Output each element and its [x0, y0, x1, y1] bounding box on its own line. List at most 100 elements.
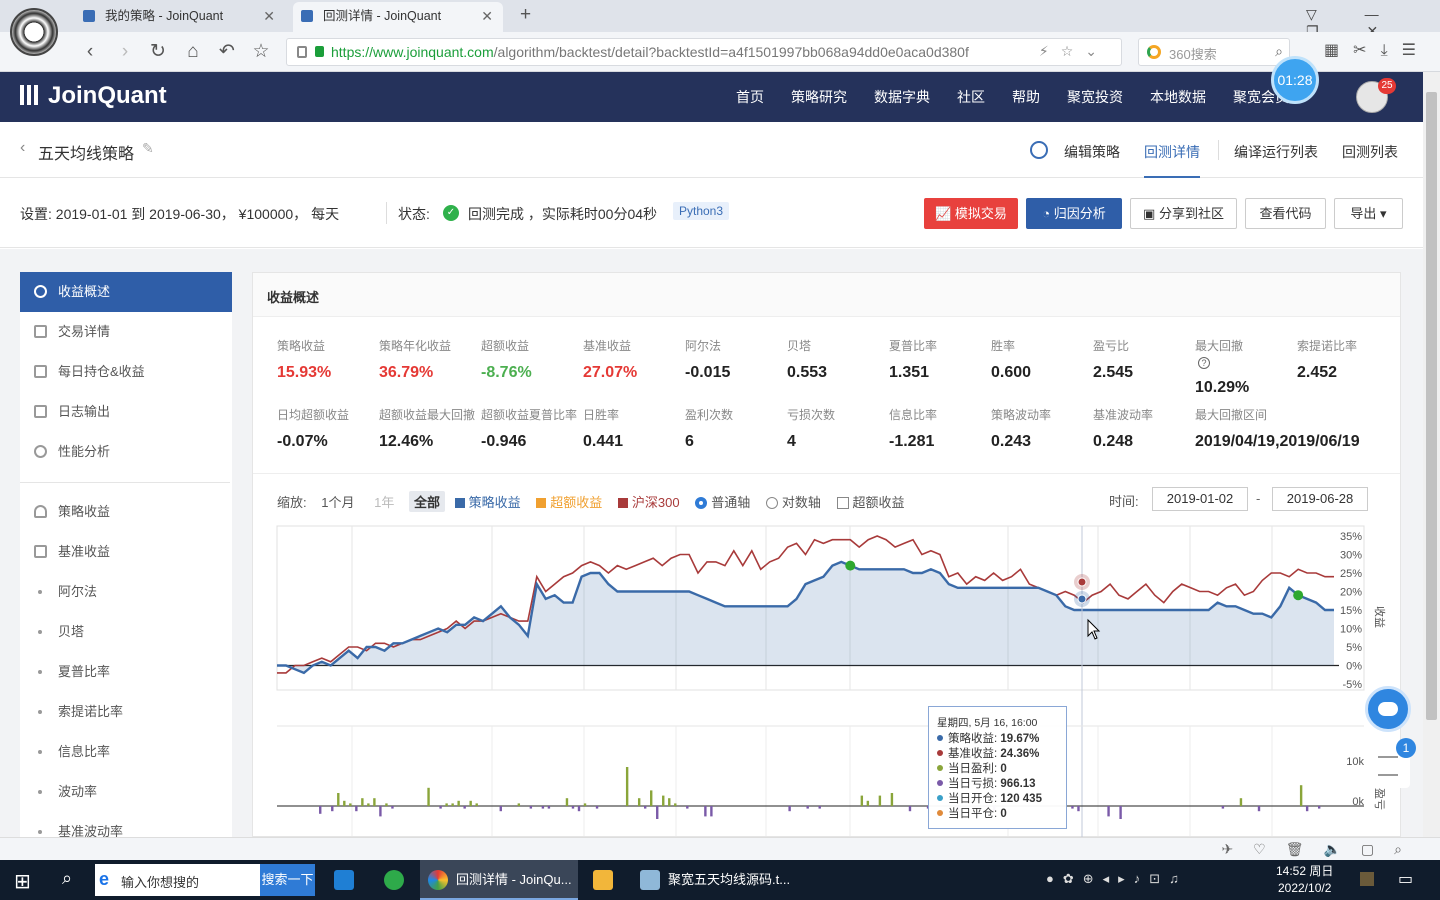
list-icon	[1378, 756, 1398, 776]
forward-icon[interactable]: ›	[113, 40, 137, 64]
sidebar-item-label: 日志输出	[58, 404, 111, 419]
close-icon[interactable]: ✕	[481, 2, 493, 30]
windows-start-icon[interactable]: ⊞	[14, 869, 31, 894]
sidebar-item-label: 索提诺比率	[58, 704, 124, 719]
tab-backtest-list[interactable]: 回测列表	[1342, 142, 1398, 162]
sidebar-item-daily-positions[interactable]: 每日持仓&收益	[20, 352, 232, 392]
radio-normal-axis[interactable]: 普通轴	[695, 495, 756, 510]
view-code-button[interactable]: 查看代码	[1245, 198, 1326, 229]
notepad-icon	[640, 870, 660, 890]
tooltip-dot	[937, 750, 943, 756]
taskbar-app-browser[interactable]: 回测详情 - JoinQu...	[420, 860, 578, 900]
tab-backtest-detail[interactable]: 回测详情	[1144, 142, 1200, 178]
chevron-left-icon[interactable]: ‹	[20, 139, 25, 157]
back-icon[interactable]: ‹	[78, 40, 102, 64]
taskbar-search-box[interactable]: e 输入你想搜的	[95, 864, 260, 896]
status-bar-icons[interactable]: ✈♡🗑🔈▢⌕	[1221, 841, 1422, 858]
url-actions-icons[interactable]: ⚡☆⌄	[1039, 43, 1109, 60]
sidebar-item-sharpe[interactable]: 夏普比率	[20, 652, 232, 692]
sidebar-item-log-output[interactable]: 日志输出	[20, 392, 232, 432]
close-icon[interactable]: ✕	[263, 2, 275, 30]
reload-icon[interactable]: ↻	[146, 40, 170, 64]
nav-item-community[interactable]: 社区	[957, 72, 985, 122]
nav-item-local-data[interactable]: 本地数据	[1150, 72, 1206, 122]
sidebar-item-trade-details[interactable]: 交易详情	[20, 312, 232, 352]
metric-value: -0.07%	[277, 433, 328, 450]
metric-label: 策略收益	[277, 339, 326, 353]
sidebar-item-alpha[interactable]: 阿尔法	[20, 572, 232, 612]
floating-timer[interactable]: 01:28	[1271, 56, 1319, 104]
browser-tab-backtest-detail[interactable]: 回测详情 - JoinQuant ✕	[293, 2, 503, 32]
nav-item-home[interactable]: 首页	[736, 72, 764, 122]
new-tab-icon[interactable]: +	[520, 4, 531, 26]
360-security-icon[interactable]	[384, 870, 404, 890]
date-to-input[interactable]: 2019-06-28	[1272, 487, 1368, 511]
sidebar-item-overview[interactable]: 收益概述	[20, 272, 232, 312]
joinquant-logo-icon	[20, 85, 40, 105]
metric-card: 超额收益夏普比率 -0.946	[481, 406, 583, 451]
undo-icon[interactable]: ↶	[215, 40, 239, 64]
zoom-1-month-button[interactable]: 1个月	[316, 491, 359, 512]
sidebar-item-performance[interactable]: 性能分析	[20, 432, 232, 472]
sidebar-item-benchmark-volatility[interactable]: 基准波动率	[20, 812, 232, 837]
status-text: 回测完成 ，实际耗时00分04秒	[468, 206, 658, 222]
sidebar-item-sortino[interactable]: 索提诺比率	[20, 692, 232, 732]
sidebar-item-strategy-return[interactable]: 策略收益	[20, 492, 232, 532]
browser-toolbar-icons[interactable]: ▦✂⤓☰	[1324, 40, 1430, 60]
radio-label: 对数轴	[781, 495, 821, 510]
browser-profile-logo[interactable]	[10, 8, 58, 56]
url-host: https://www.joinquant.com	[331, 44, 494, 60]
search-icon[interactable]: ⌕	[1275, 43, 1283, 60]
browser-tab-my-strategy[interactable]: 我的策略 - JoinQuant ✕	[75, 2, 285, 32]
button-label: 查看代码	[1259, 206, 1312, 221]
address-bar: ‹ › ↻ ⌂ ↶ ☆ https://www.joinquant.com/al…	[0, 32, 1440, 72]
nav-item-data-dictionary[interactable]: 数据字典	[874, 72, 930, 122]
zoom-1-year-button[interactable]: 1年	[369, 491, 399, 512]
file-explorer-icon[interactable]	[593, 870, 613, 890]
legend-excess[interactable]: 超额收益	[536, 495, 608, 510]
sidebar-item-information-ratio[interactable]: 信息比率	[20, 732, 232, 772]
simulated-trading-button[interactable]: 📈 模拟交易	[924, 198, 1018, 229]
search-360-box[interactable]: 360搜索 ⌕	[1138, 38, 1290, 66]
checkbox-excess-return[interactable]: 超额收益	[836, 495, 911, 510]
site-logo[interactable]: JoinQuant	[20, 82, 167, 110]
search-icon[interactable]: ⌕	[62, 868, 72, 889]
nav-item-invest[interactable]: 聚宽投资	[1067, 72, 1123, 122]
nav-item-research[interactable]: 策略研究	[791, 72, 847, 122]
input-method-icon[interactable]	[1360, 872, 1374, 886]
legend-benchmark[interactable]: 沪深300	[617, 495, 686, 510]
legend-strategy[interactable]: 策略收益	[454, 495, 527, 510]
help-icon[interactable]: ?	[1198, 357, 1210, 369]
tab-edit-strategy[interactable]: 编辑策略	[1064, 142, 1120, 162]
share-to-community-button[interactable]: ▣ 分享到社区	[1130, 198, 1237, 229]
customer-service-icon[interactable]	[1365, 686, 1411, 732]
metric-card: 盈利次数 6	[685, 406, 787, 451]
metric-value: 0.441	[583, 433, 624, 450]
date-from-input[interactable]: 2019-01-02	[1152, 487, 1248, 511]
radio-log-axis[interactable]: 对数轴	[765, 495, 827, 510]
taskbar-search-button[interactable]: 搜索一下	[260, 864, 315, 896]
export-dropdown-button[interactable]: 导出 ▾	[1334, 198, 1403, 229]
metric-value: 10.29%	[1195, 379, 1250, 396]
system-tray-icons[interactable]: ●✿⊕◂▸♪⊡♫	[1046, 871, 1188, 887]
bookmark-star-icon[interactable]: ☆	[249, 40, 273, 64]
taskbar-clock[interactable]: 14:52 周日 2022/10/2	[1276, 863, 1333, 897]
chart-up-icon: 📈	[935, 206, 955, 221]
pie-chart-icon	[34, 445, 47, 458]
tab-label: 我的策略 - JoinQuant	[105, 9, 224, 23]
taskbar-app-notepad[interactable]: 聚宽五天均线源码.t...	[634, 860, 792, 900]
url-field[interactable]: https://www.joinquant.com/algorithm/back…	[286, 38, 1122, 66]
nav-item-help[interactable]: 帮助	[1012, 72, 1040, 122]
tab-compile-run-list[interactable]: 编译运行列表	[1234, 142, 1318, 162]
attribution-analysis-button[interactable]: ◔ 归因分析	[1026, 198, 1122, 229]
zoom-all-button[interactable]: 全部	[408, 491, 445, 512]
sidebar-item-beta[interactable]: 贝塔	[20, 612, 232, 652]
notification-center-icon[interactable]: ▭	[1398, 869, 1413, 889]
pencil-icon[interactable]: ✎	[142, 140, 154, 157]
page-scrollbar[interactable]	[1423, 72, 1440, 837]
home-icon[interactable]: ⌂	[181, 40, 205, 64]
scrollbar-thumb[interactable]	[1426, 92, 1437, 720]
sidebar-item-volatility[interactable]: 波动率	[20, 772, 232, 812]
monitor-app-icon[interactable]	[334, 870, 354, 890]
sidebar-item-benchmark-return[interactable]: 基准收益	[20, 532, 232, 572]
